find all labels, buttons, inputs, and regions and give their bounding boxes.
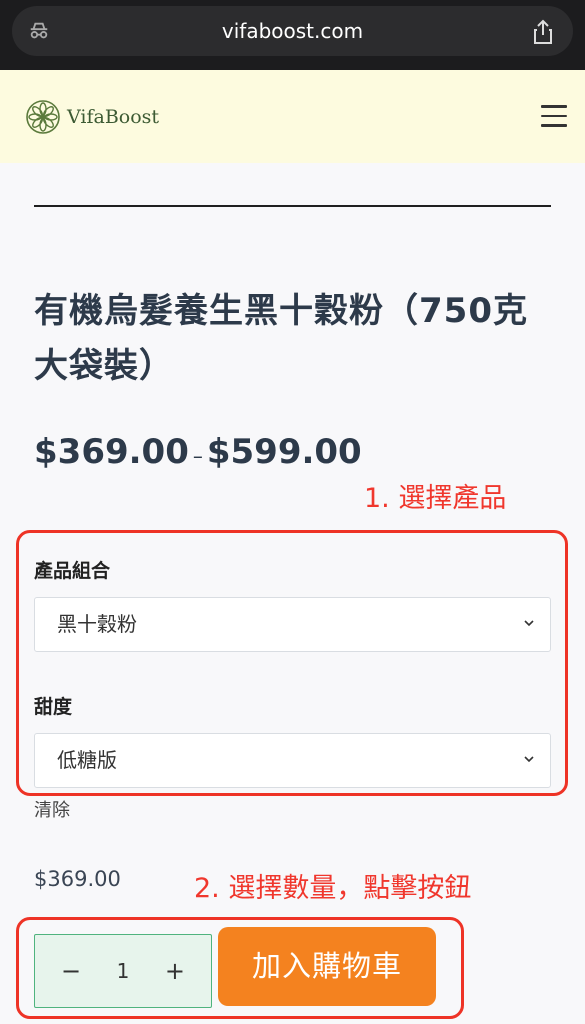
site-header: VifaBoost	[0, 70, 585, 163]
sweetness-select-value: 低糖版	[57, 748, 117, 772]
chevron-down-icon	[524, 620, 534, 627]
variation-price: $369.00	[34, 867, 121, 891]
address-bar[interactable]: vifaboost.com	[12, 6, 573, 56]
sweetness-label: 甜度	[34, 696, 73, 718]
quantity-stepper: − 1 +	[34, 934, 212, 1008]
price-range: $369.00– $599.00	[34, 432, 362, 472]
clear-selection-link[interactable]: 清除	[34, 796, 70, 822]
hamburger-menu-icon[interactable]	[541, 105, 567, 127]
price-separator: –	[192, 444, 203, 468]
add-to-cart-button[interactable]: 加入購物車	[218, 927, 436, 1006]
share-icon[interactable]	[531, 19, 555, 45]
browser-bar: vifaboost.com	[0, 0, 585, 70]
price-min: $369.00	[34, 432, 189, 472]
product-title: 有機烏髮養生黑十穀粉（750克大袋裝）	[34, 291, 528, 386]
flower-logo-icon	[26, 100, 60, 134]
combo-select[interactable]: 黑十穀粉	[34, 597, 551, 652]
annotation-step2: 2. 選擇數量，點擊按鈕	[194, 873, 472, 904]
chevron-down-icon	[524, 756, 534, 763]
site-logo[interactable]: VifaBoost	[25, 98, 159, 136]
combo-select-value: 黑十穀粉	[57, 612, 137, 636]
price-max: $599.00	[206, 432, 362, 472]
quantity-increase-button[interactable]: +	[165, 935, 185, 1007]
divider	[34, 205, 551, 207]
logo-text: VifaBoost	[67, 106, 160, 128]
annotation-step1: 1. 選擇產品	[364, 483, 507, 514]
sweetness-select[interactable]: 低糖版	[34, 733, 551, 788]
combo-label: 產品組合	[34, 560, 111, 582]
url-text[interactable]: vifaboost.com	[12, 6, 573, 56]
